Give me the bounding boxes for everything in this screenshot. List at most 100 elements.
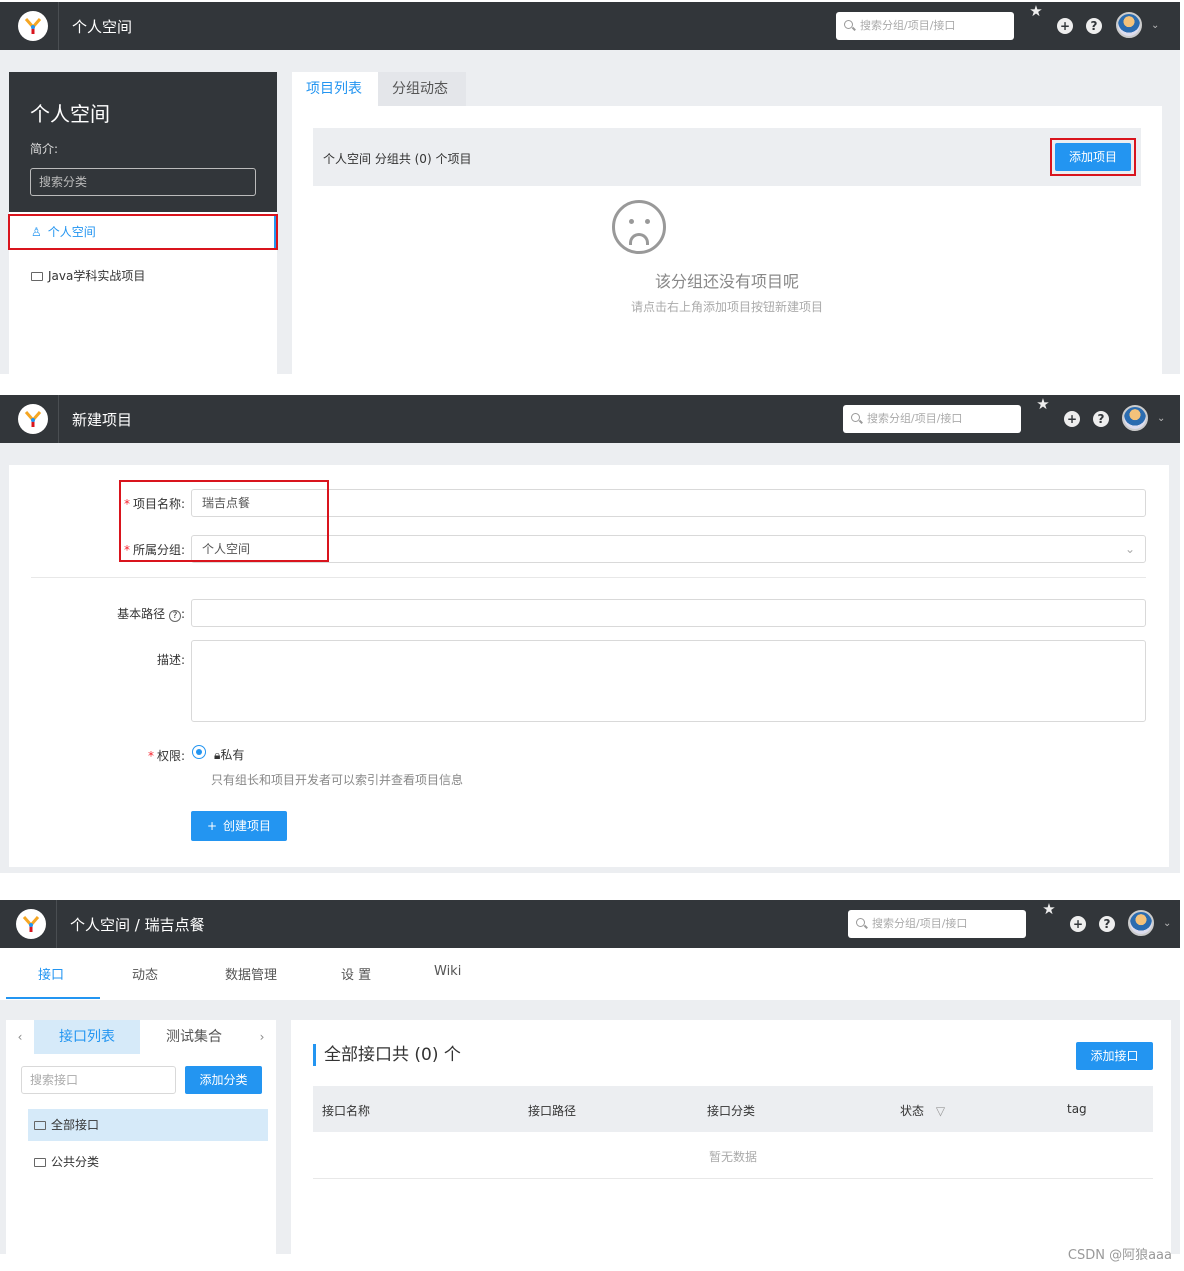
add-interface-button[interactable]: 添加接口 — [1076, 1042, 1153, 1070]
help-icon[interactable]: ? — [1093, 411, 1109, 427]
project-count-text: 个人空间 分组共 (0) 个项目 — [323, 152, 472, 166]
chevron-right-icon[interactable]: › — [248, 1020, 276, 1054]
yapi-logo[interactable] — [16, 909, 46, 939]
empty-hint: 请点击右上角添加项目按钮新建项目 — [630, 300, 823, 314]
section-title: 全部接口共 (0) 个 — [313, 1044, 461, 1066]
avatar[interactable] — [1128, 910, 1154, 936]
interface-list-card: 全部接口共 (0) 个 添加接口 接口名称 接口路径 接口分类 状态 ▽ tag… — [291, 1020, 1171, 1254]
tab-interface[interactable]: 接口 — [38, 964, 64, 983]
sidebar-item-label: 个人空间 — [47, 225, 96, 239]
avatar[interactable] — [1122, 405, 1148, 431]
base-path-label: 基本路径 ?: — [117, 607, 185, 622]
search-placeholder: 搜索分组/项目/接口 — [867, 412, 963, 425]
user-icon: ♙ — [31, 225, 42, 239]
highlight-box — [1050, 138, 1136, 176]
folder-icon — [34, 1121, 46, 1130]
tab-wiki[interactable]: Wiki — [434, 964, 461, 979]
project-name-input[interactable]: 瑞吉点餐 — [191, 489, 1146, 517]
add-icon[interactable]: + — [1070, 916, 1086, 932]
project-interface-panel: 个人空间 / 瑞吉点餐 搜索分组/项目/接口 ★ + ? ⌄ 接口 动态 数据管… — [0, 900, 1180, 1254]
top-header: 个人空间 / 瑞吉点餐 搜索分组/项目/接口 ★ + ? ⌄ — [0, 900, 1180, 948]
add-icon[interactable]: + — [1064, 411, 1080, 427]
chevron-down-icon[interactable]: ⌄ — [1157, 413, 1165, 424]
column-status[interactable]: 状态 ▽ — [900, 1102, 945, 1119]
search-placeholder: 搜索分组/项目/接口 — [860, 19, 956, 32]
add-icon[interactable]: + — [1057, 18, 1073, 34]
column-name: 接口名称 — [322, 1104, 371, 1118]
active-tab-indicator — [6, 997, 100, 999]
table-bottom-border — [313, 1178, 1153, 1179]
tab-activity[interactable]: 动态 — [132, 964, 158, 983]
search-icon — [851, 413, 860, 422]
sad-face-icon — [612, 200, 666, 254]
sidebar-item-personal-space[interactable]: ♙ 个人空间 — [8, 214, 278, 250]
page-title: 新建项目 — [72, 411, 133, 429]
private-radio[interactable] — [192, 745, 206, 759]
interface-sidebar: ‹ 接口列表 测试集合 › 搜索接口 添加分类 全部接口 公共分类 — [6, 1020, 276, 1254]
tab-test-collection[interactable]: 测试集合 — [140, 1020, 248, 1054]
yapi-logo[interactable] — [18, 404, 48, 434]
page-title: 个人空间 — [72, 18, 133, 36]
search-icon — [844, 20, 853, 29]
tab-settings[interactable]: 设 置 — [341, 964, 371, 983]
watermark: CSDN @阿狼aaa — [1067, 1248, 1172, 1263]
folder-icon — [34, 1158, 46, 1167]
global-search-input[interactable]: 搜索分组/项目/接口 — [848, 910, 1026, 938]
sidebar-item-java-project[interactable]: Java学科实战项目 — [9, 259, 277, 293]
chevron-down-icon[interactable]: ⌄ — [1163, 918, 1171, 929]
avatar[interactable] — [1116, 12, 1142, 38]
column-category: 接口分类 — [707, 1104, 756, 1118]
new-project-form: * 项目名称: 瑞吉点餐 * 所属分组: 个人空间 ⌄ 基本路径 ?: 描述: * 权… — [9, 465, 1169, 867]
category-label: 公共分类 — [51, 1155, 100, 1169]
category-item-public[interactable]: 公共分类 — [28, 1146, 268, 1178]
chevron-down-icon[interactable]: ⌄ — [1151, 20, 1159, 31]
empty-table-text: 暂无数据 — [708, 1150, 757, 1164]
group-info: 个人空间 简介: 搜索分类 — [9, 72, 277, 212]
interface-search-input[interactable]: 搜索接口 — [21, 1066, 176, 1094]
category-search-input[interactable]: 搜索分类 — [30, 168, 256, 196]
sidebar-tabs: ‹ 接口列表 测试集合 › — [6, 1020, 276, 1054]
help-icon[interactable]: ? — [1086, 18, 1102, 34]
project-list-card: 个人空间 分组共 (0) 个项目 添加项目 该分组还没有项目呢 请点击右上角添加… — [292, 106, 1162, 374]
tab-group-activity[interactable]: 分组动态 — [378, 72, 466, 106]
tab-project-list[interactable]: 项目列表 — [292, 72, 378, 106]
project-count-bar: 个人空间 分组共 (0) 个项目 添加项目 — [313, 128, 1141, 186]
create-project-button[interactable]: + 创建项目 — [191, 811, 287, 841]
header-divider — [58, 2, 59, 50]
category-label: 全部接口 — [51, 1118, 100, 1132]
description-label: 描述: — [156, 653, 185, 667]
category-item-all[interactable]: 全部接口 — [28, 1109, 268, 1141]
empty-title: 该分组还没有项目呢 — [654, 272, 799, 291]
search-placeholder: 搜索分组/项目/接口 — [872, 917, 968, 930]
group-title: 个人空间 — [30, 102, 110, 126]
permission-hint: 只有组长和项目开发者可以索引并查看项目信息 — [211, 773, 464, 787]
group-page-panel: 个人空间 搜索分组/项目/接口 ★ + ? ⌄ 个人空间 简介: 搜索分类 ♙ 个… — [0, 2, 1180, 374]
tab-data-management[interactable]: 数据管理 — [225, 964, 277, 983]
tab-interface-list[interactable]: 接口列表 — [34, 1020, 140, 1054]
base-path-input[interactable] — [191, 599, 1146, 627]
project-group-select[interactable]: 个人空间 ⌄ — [191, 535, 1146, 563]
yapi-logo[interactable] — [18, 11, 48, 41]
question-circle-icon[interactable]: ? — [168, 610, 181, 622]
sidebar-item-label: Java学科实战项目 — [48, 269, 146, 283]
private-option[interactable]: 🔒︎私有 — [214, 746, 244, 763]
description-textarea[interactable] — [191, 640, 1146, 722]
project-nav: 接口 动态 数据管理 设 置 Wiki — [0, 948, 1180, 1000]
table-header: 接口名称 接口路径 接口分类 状态 ▽ tag — [313, 1086, 1153, 1132]
star-icon[interactable]: ★ — [1041, 901, 1057, 917]
star-icon[interactable]: ★ — [1028, 3, 1044, 19]
header-divider — [58, 395, 59, 443]
top-header: 个人空间 搜索分组/项目/接口 ★ + ? ⌄ — [0, 2, 1180, 50]
filter-icon[interactable]: ▽ — [936, 1104, 945, 1118]
permission-label: * 权限: — [147, 749, 185, 763]
star-icon[interactable]: ★ — [1035, 396, 1051, 412]
folder-icon — [31, 272, 43, 281]
add-category-button[interactable]: 添加分类 — [185, 1066, 262, 1094]
breadcrumb[interactable]: 个人空间 / 瑞吉点餐 — [70, 914, 205, 935]
group-intro-label: 简介: — [30, 142, 59, 156]
column-path: 接口路径 — [528, 1104, 577, 1118]
chevron-left-icon[interactable]: ‹ — [6, 1020, 34, 1054]
global-search-input[interactable]: 搜索分组/项目/接口 — [843, 405, 1021, 433]
global-search-input[interactable]: 搜索分组/项目/接口 — [836, 12, 1014, 40]
help-icon[interactable]: ? — [1099, 916, 1115, 932]
